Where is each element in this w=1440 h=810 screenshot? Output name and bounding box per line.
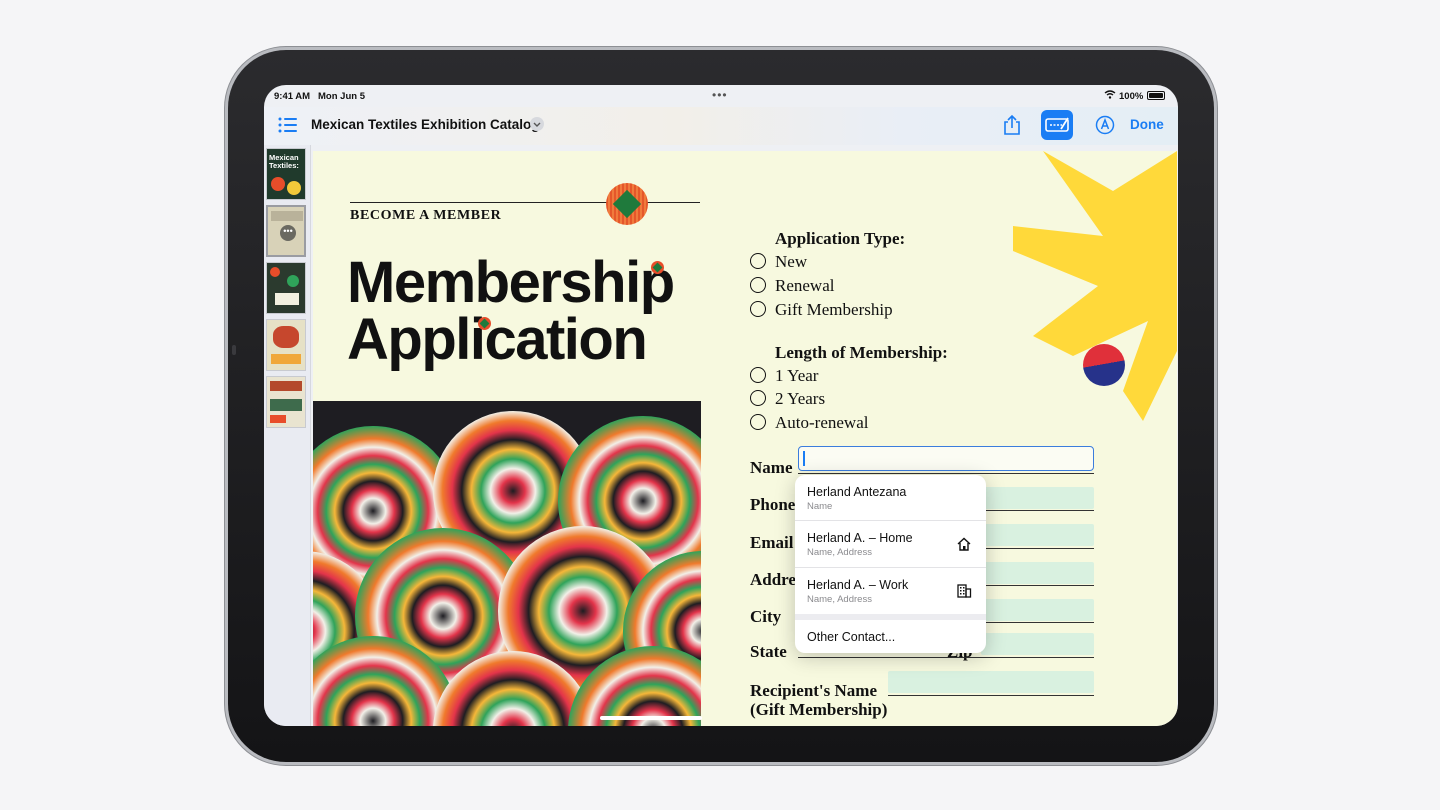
- radio-1-year[interactable]: [750, 367, 766, 383]
- thumbnail-cover-text: Mexican Textiles:: [269, 153, 299, 170]
- recipient-label-line-1: Recipient's Name: [750, 681, 878, 700]
- autofill-option-home[interactable]: Herland A. – Home Name, Address: [795, 521, 986, 568]
- radio-gift-membership[interactable]: [750, 301, 766, 317]
- title-dot-decoration: [478, 317, 491, 330]
- home-indicator[interactable]: [600, 716, 702, 720]
- building-icon: [957, 584, 972, 598]
- thumbnail-page-2-selected[interactable]: •••: [266, 205, 306, 257]
- page-title: Membership Application: [347, 250, 675, 372]
- radio-2-years[interactable]: [750, 390, 766, 406]
- ipad-screen: 9:41 AM Mon Jun 5 ••• 100% Mexican Texti…: [264, 85, 1178, 726]
- radio-label-1-year: 1 Year: [775, 366, 819, 385]
- thumbnail-page-4[interactable]: [266, 319, 306, 371]
- autofill-option-title: Herland A. – Work: [807, 578, 909, 592]
- share-icon[interactable]: [1002, 114, 1022, 136]
- recipient-label: Recipient's Name (Gift Membership): [750, 681, 887, 719]
- autofill-option-subtitle: Name, Address: [807, 594, 872, 605]
- autofill-option-work[interactable]: Herland A. – Work Name, Address: [795, 568, 986, 614]
- autofill-popover: Herland Antezana Name Herland A. – Home …: [795, 475, 986, 653]
- radio-label-renewal: Renewal: [775, 276, 835, 295]
- autofill-option-subtitle: Name: [807, 501, 833, 512]
- radio-auto-renewal[interactable]: [750, 414, 766, 430]
- battery-icon: [1147, 91, 1165, 100]
- autofill-option-subtitle: Name, Address: [807, 547, 872, 558]
- state-label: State: [750, 642, 787, 661]
- thumbnail-page-3[interactable]: [266, 262, 306, 314]
- zip-field[interactable]: [981, 633, 1094, 655]
- state-underline: [798, 657, 1094, 658]
- radio-label-auto-renewal: Auto-renewal: [775, 413, 869, 432]
- radio-label-2-years: 2 Years: [775, 389, 826, 408]
- side-sensor: [232, 345, 236, 355]
- sunburst-decoration: [1013, 151, 1177, 421]
- length-heading: Length of Membership:: [775, 343, 948, 362]
- chevron-down-icon[interactable]: [530, 117, 544, 131]
- battery-percent: 100%: [1119, 91, 1144, 102]
- thumbnail-page-5[interactable]: [266, 376, 306, 428]
- recipient-underline: [888, 695, 1094, 696]
- application-type-heading: Application Type:: [775, 229, 906, 248]
- form-fill-icon: [1045, 117, 1069, 132]
- email-field[interactable]: [981, 524, 1094, 546]
- autofill-form-button[interactable]: [1041, 110, 1073, 140]
- radio-label-new: New: [775, 252, 808, 271]
- city-label: City: [750, 607, 782, 626]
- wifi-icon: [1104, 90, 1116, 99]
- phone-field[interactable]: [981, 487, 1094, 509]
- radio-new[interactable]: [750, 253, 766, 269]
- thumbnail-sidebar: Mexican Textiles: •••: [264, 145, 311, 726]
- autofill-option-name[interactable]: Herland Antezana Name: [795, 475, 986, 521]
- address-field[interactable]: [981, 562, 1094, 584]
- autofill-option-title: Herland Antezana: [807, 485, 907, 499]
- house-icon: [957, 537, 971, 551]
- city-field[interactable]: [981, 599, 1094, 621]
- title-line-1: Membership: [347, 250, 675, 315]
- autofill-option-title: Herland A. – Home: [807, 531, 913, 545]
- recipient-label-line-2: (Gift Membership): [750, 700, 888, 719]
- more-options-icon[interactable]: •••: [280, 225, 296, 241]
- document-page: BECOME A MEMBER Membership Application A…: [313, 151, 1177, 726]
- list-icon[interactable]: [278, 117, 298, 133]
- text-caret: [803, 451, 805, 466]
- other-contact-option[interactable]: Other Contact...: [795, 620, 986, 653]
- title-dot-decoration: [651, 261, 664, 274]
- textile-artwork: [313, 401, 701, 726]
- concentric-circles-illustration: [313, 411, 701, 726]
- status-date: Mon Jun 5: [318, 91, 365, 102]
- become-member-kicker: BECOME A MEMBER: [350, 208, 502, 223]
- document-title[interactable]: Mexican Textiles Exhibition Catalog: [311, 117, 540, 132]
- other-contact-label: Other Contact...: [807, 630, 896, 644]
- multitasking-dots-icon[interactable]: •••: [712, 88, 728, 102]
- textile-medallion-graphic: [606, 183, 648, 225]
- status-bar: 9:41 AM Mon Jun 5 ••• 100%: [264, 85, 1178, 107]
- phone-label: Phone: [750, 495, 796, 514]
- done-button[interactable]: Done: [1130, 117, 1164, 132]
- thumbnail-page-1[interactable]: Mexican Textiles:: [266, 148, 306, 200]
- recipient-name-field[interactable]: [888, 671, 1094, 693]
- name-label: Name: [750, 458, 793, 477]
- title-line-2: Application: [347, 307, 648, 372]
- radio-label-gift-membership: Gift Membership: [775, 300, 893, 319]
- name-underline: [798, 473, 1094, 474]
- name-input[interactable]: [798, 446, 1094, 471]
- markup-pen-icon[interactable]: [1095, 115, 1115, 135]
- woven-ball-decoration: [1083, 344, 1125, 386]
- toolbar: Mexican Textiles Exhibition Catalog Done: [264, 107, 1178, 145]
- status-time: 9:41 AM: [274, 91, 311, 102]
- email-label: Email: [750, 533, 794, 552]
- radio-renewal[interactable]: [750, 277, 766, 293]
- stage: 9:41 AM Mon Jun 5 ••• 100% Mexican Texti…: [0, 0, 1440, 810]
